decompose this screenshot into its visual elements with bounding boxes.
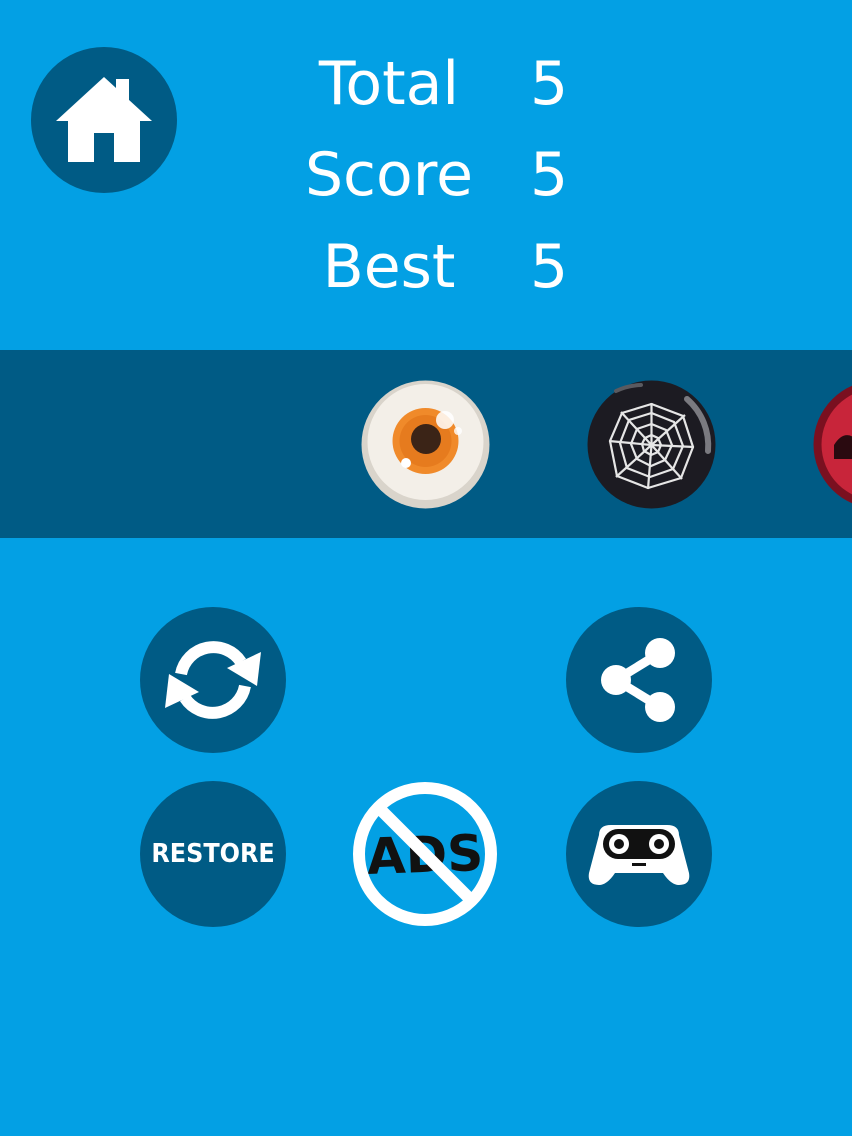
best-row: Best 5 [0, 227, 852, 307]
score-value: 5 [530, 140, 569, 210]
restore-purchases-button[interactable]: RESTORE [140, 781, 286, 927]
total-label: Total [318, 49, 460, 119]
remove-ads-button[interactable]: ADS [351, 780, 499, 928]
best-value: 5 [530, 232, 569, 302]
more-games-button[interactable] [566, 781, 712, 927]
score-row: Score 5 [0, 135, 852, 215]
replay-button[interactable] [140, 607, 286, 753]
total-value: 5 [530, 49, 569, 119]
share-button[interactable] [566, 607, 712, 753]
refresh-icon [165, 641, 261, 719]
skin-carousel[interactable] [0, 350, 852, 538]
spider-web-skin[interactable] [586, 379, 717, 510]
gamepad-icon [588, 825, 690, 885]
best-label: Best [322, 232, 456, 302]
share-icon [601, 638, 675, 722]
red-skin[interactable] [812, 379, 852, 510]
no-ads-icon: ADS [353, 782, 497, 926]
score-label: Score [304, 140, 474, 210]
total-row: Total 5 [0, 44, 852, 124]
restore-label: RESTORE [151, 839, 275, 869]
eyeball-skin[interactable] [360, 379, 491, 510]
